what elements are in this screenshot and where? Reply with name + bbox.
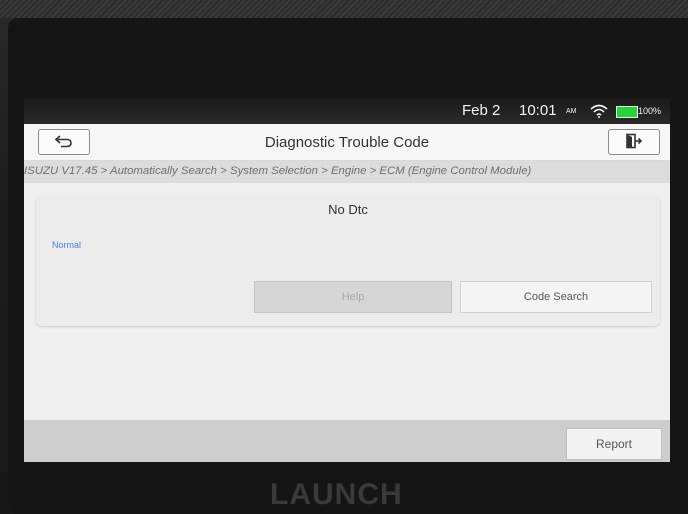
status-bar: Feb 2 10:01 AM 100% <box>24 98 670 124</box>
photo-frame: Feb 2 10:01 AM 100% Diagnostic Trouble C… <box>0 0 688 514</box>
breadcrumb-text: ISUZU V17.45 > Automatically Search > Sy… <box>24 165 532 177</box>
dtc-result-card: No Dtc Normal Help Code Search <box>36 196 660 326</box>
brand-logo: LAUNCH <box>270 478 403 511</box>
dtc-title: No Dtc <box>328 202 368 217</box>
code-search-button[interactable]: Code Search <box>460 281 652 313</box>
title-bar: Diagnostic Trouble Code <box>24 124 670 161</box>
battery-icon <box>616 106 638 118</box>
battery-percent: 100% <box>638 106 662 116</box>
exit-button[interactable] <box>608 129 660 155</box>
dtc-status: Normal <box>52 240 82 250</box>
page-title: Diagnostic Trouble Code <box>264 134 430 151</box>
breadcrumb: ISUZU V17.45 > Automatically Search > Sy… <box>24 161 670 183</box>
bottom-bar: Report <box>24 420 670 462</box>
help-button[interactable]: Help <box>254 281 452 313</box>
status-ampm: AM <box>566 108 577 115</box>
report-button[interactable]: Report <box>566 428 662 460</box>
wifi-icon <box>590 104 608 118</box>
exit-icon <box>626 133 643 149</box>
device-screen: Feb 2 10:01 AM 100% Diagnostic Trouble C… <box>24 98 670 462</box>
status-time: 10:01 <box>519 102 557 119</box>
top-bezel <box>0 0 688 18</box>
status-date: Feb 2 <box>462 102 501 119</box>
